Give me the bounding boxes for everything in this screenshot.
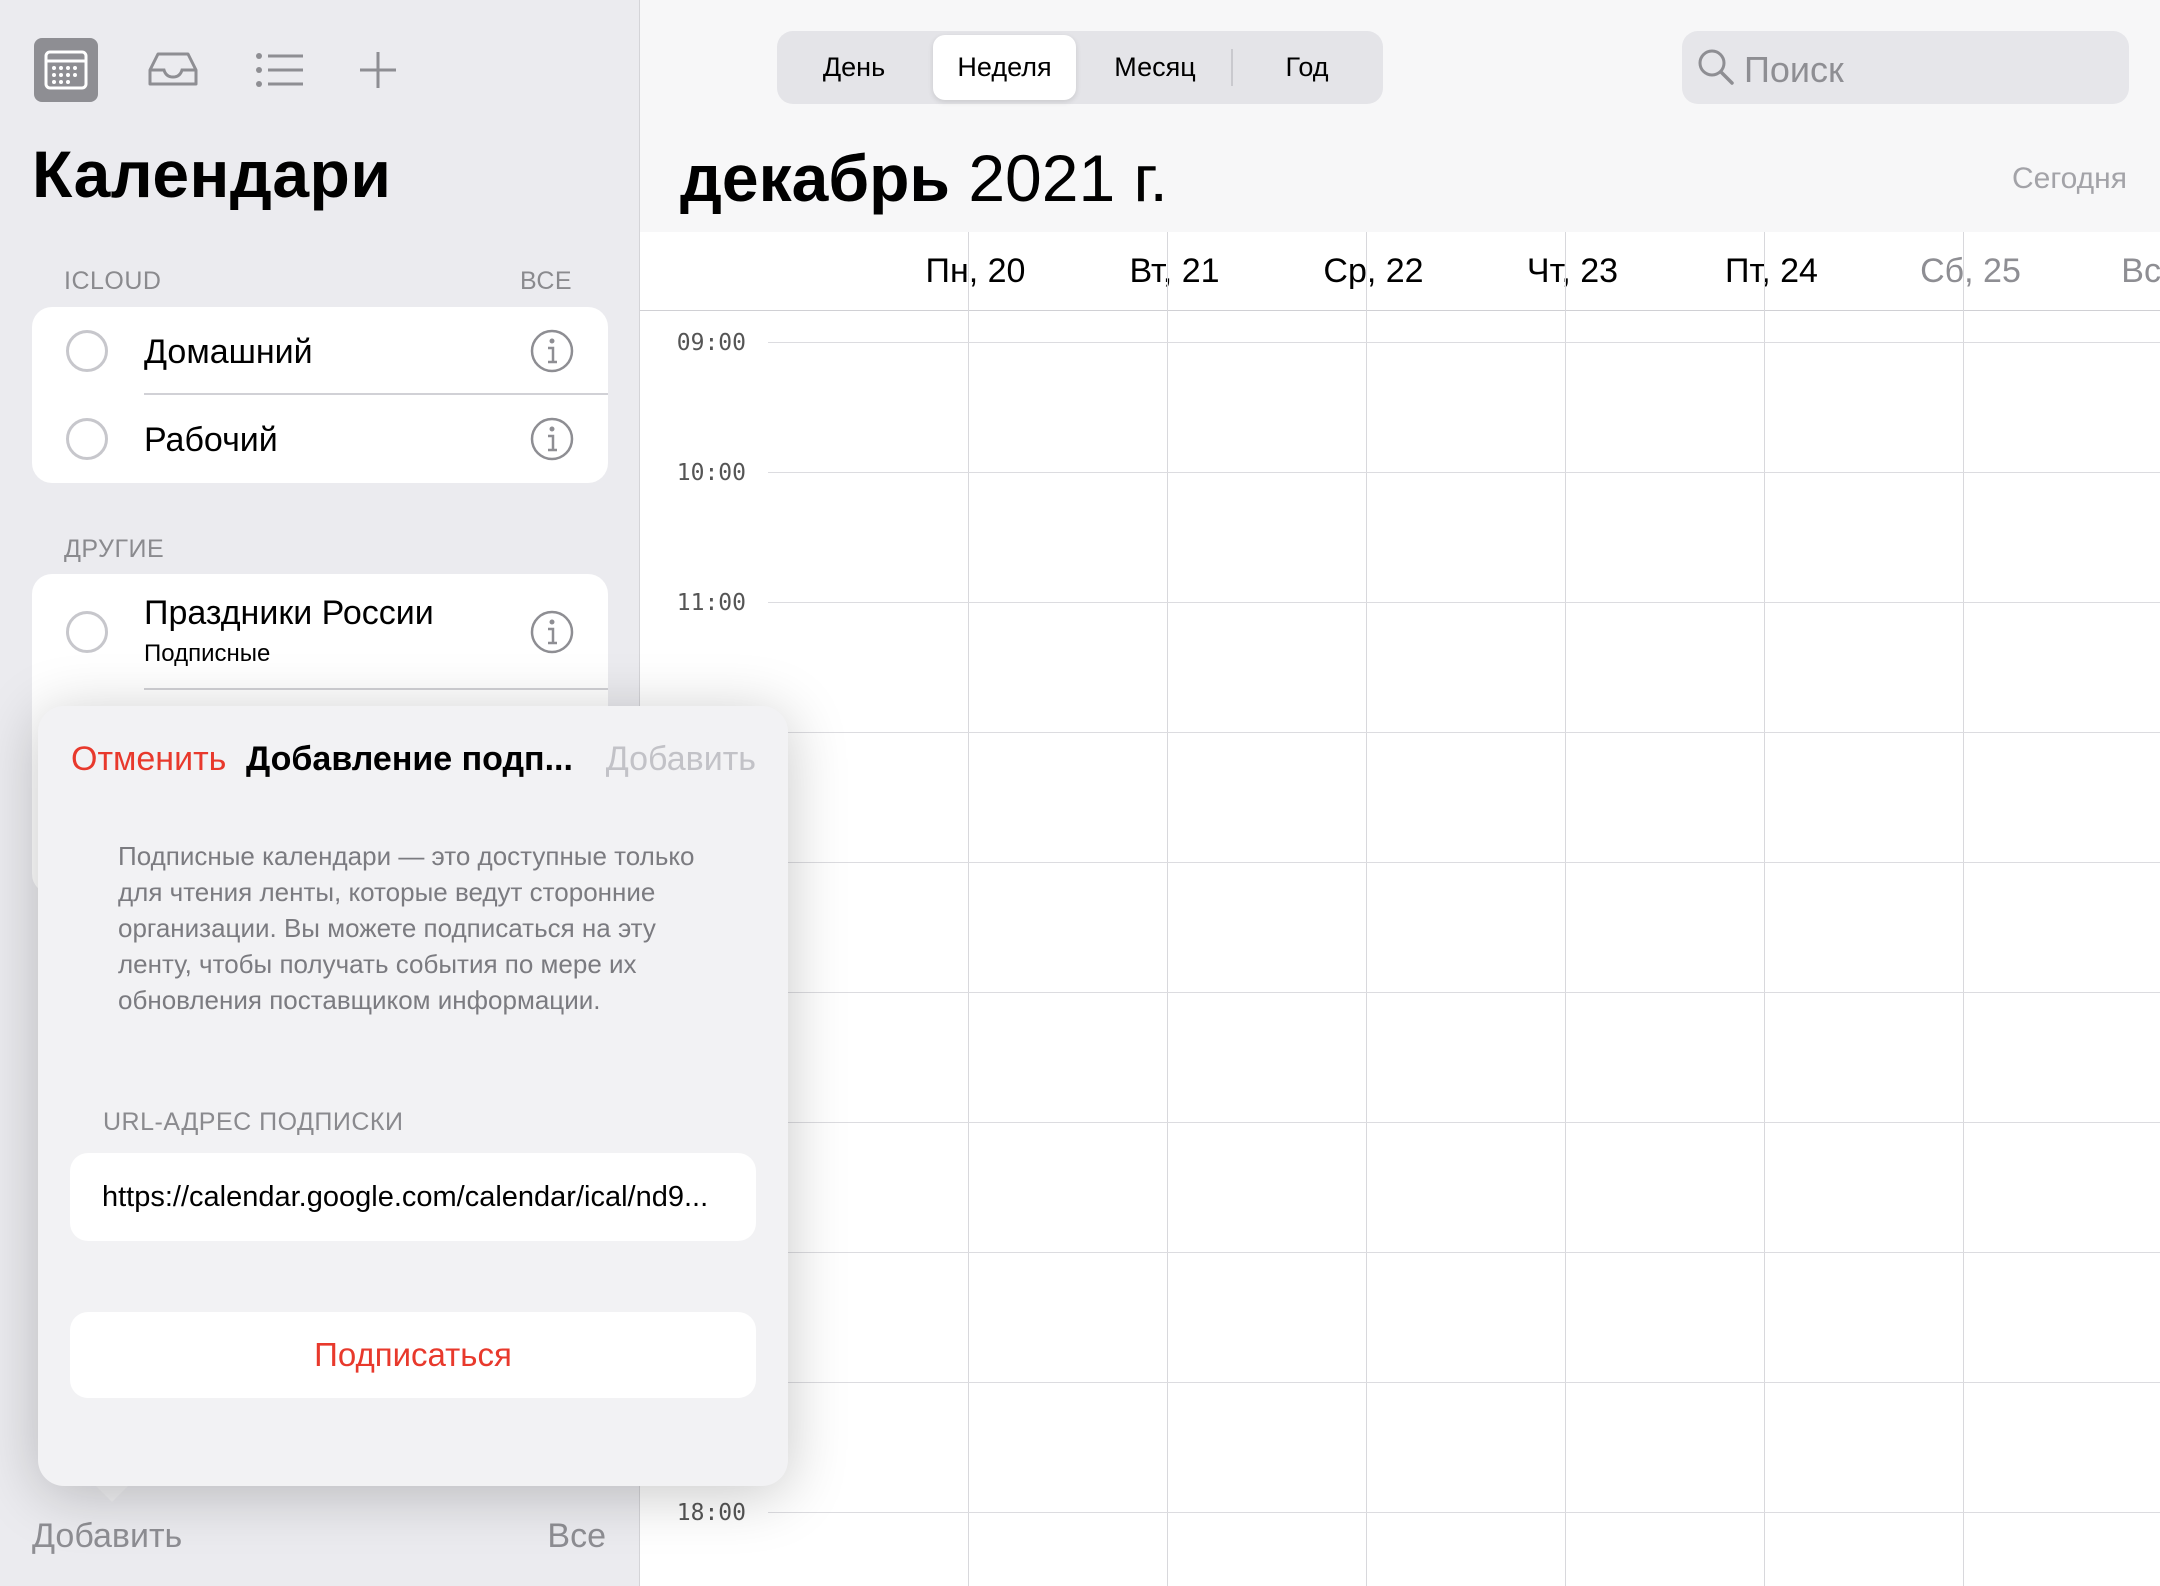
hour-label: 09:00: [676, 330, 746, 356]
subscription-description: Подписные календари — это доступные толь…: [118, 841, 695, 1015]
add-button[interactable]: Добавить: [606, 740, 756, 779]
sidebar-title: Календари: [32, 137, 392, 211]
day-header[interactable]: Вс, 26: [2070, 252, 2160, 291]
header-divider: [640, 310, 2160, 311]
month-year-title: декабрь 2021 г.: [680, 140, 1168, 216]
hour-line: [768, 732, 2160, 733]
hour-line: [768, 602, 2160, 603]
icloud-all-label[interactable]: ВСЕ: [520, 267, 572, 296]
hour-line: [768, 992, 2160, 993]
week-grid[interactable]: Пн, 20 Вт, 21 Ср, 22 Чт, 23 Пт, 24 Сб, 2…: [640, 232, 2160, 1586]
calendar-grid-icon[interactable]: [34, 38, 98, 102]
segment-month[interactable]: Месяц: [1082, 35, 1228, 100]
segment-separator: [1231, 49, 1233, 86]
hour-line: [768, 1382, 2160, 1383]
day-header[interactable]: Ср, 22: [1274, 252, 1473, 291]
calendar-row-holidays[interactable]: Праздники России Подписные: [32, 574, 608, 690]
add-calendar-button[interactable]: Добавить: [32, 1517, 182, 1556]
all-calendars-button[interactable]: Все: [547, 1517, 606, 1556]
calendar-name: Домашний: [144, 333, 313, 371]
hour-line: [768, 862, 2160, 863]
info-icon[interactable]: [530, 329, 574, 373]
hour-line: [768, 342, 2160, 343]
month-name: декабрь: [680, 141, 950, 215]
info-icon[interactable]: [530, 417, 574, 461]
others-section-label: ДРУГИЕ: [64, 535, 165, 563]
segment-day[interactable]: День: [781, 35, 927, 100]
day-header[interactable]: Чт, 23: [1473, 252, 1672, 291]
calendar-name: Рабочий: [144, 421, 278, 459]
popover-title: Добавление подп...: [246, 740, 573, 778]
segment-year[interactable]: Год: [1235, 35, 1379, 100]
icloud-section-label: ICLOUD: [64, 267, 162, 295]
hour-label: 18:00: [676, 1500, 746, 1526]
icloud-calendar-list: Домашний Рабочий: [32, 307, 608, 483]
calendar-name: Праздники России: [144, 594, 434, 632]
subscription-url-input[interactable]: https://calendar.google.com/calendar/ica…: [70, 1153, 756, 1241]
day-header[interactable]: Пн, 20: [876, 252, 1075, 291]
calendar-row-home[interactable]: Домашний: [32, 307, 608, 395]
plus-icon[interactable]: [346, 38, 410, 102]
search-placeholder: Поиск: [1744, 49, 1844, 90]
list-icon[interactable]: [248, 38, 312, 102]
calendar-row-work[interactable]: Рабочий: [32, 395, 608, 483]
checkbox-circle[interactable]: [66, 418, 108, 460]
hour-line: [768, 1252, 2160, 1253]
info-icon[interactable]: [530, 610, 574, 654]
add-subscription-popover: Отменить Добавление подп... Добавить Под…: [38, 706, 788, 1486]
calendar-subtitle: Подписные: [144, 640, 271, 667]
subscribe-button[interactable]: Подписаться: [70, 1312, 756, 1398]
hour-line: [768, 1512, 2160, 1513]
checkbox-circle[interactable]: [66, 611, 108, 653]
url-field-label: URL-АДРЕС ПОДПИСКИ: [103, 1108, 404, 1136]
cancel-button[interactable]: Отменить: [71, 740, 226, 779]
checkbox-circle[interactable]: [66, 330, 108, 372]
hour-label: 11:00: [676, 590, 746, 616]
hour-label: 10:00: [676, 460, 746, 486]
year-label: 2021 г.: [968, 141, 1168, 215]
segment-week[interactable]: Неделя: [933, 35, 1076, 100]
day-header[interactable]: Сб, 25: [1871, 252, 2070, 291]
day-header[interactable]: Пт, 24: [1672, 252, 1871, 291]
today-button[interactable]: Сегодня: [2012, 162, 2127, 196]
search-icon: [1698, 49, 1734, 85]
search-field[interactable]: Поиск: [1682, 31, 2129, 104]
view-mode-segmented-control: День Неделя Месяц Год: [777, 31, 1383, 104]
hour-line: [768, 1122, 2160, 1123]
inbox-tray-icon[interactable]: [141, 38, 205, 102]
day-header[interactable]: Вт, 21: [1075, 252, 1274, 291]
row-divider: [144, 688, 608, 690]
hour-line: [768, 472, 2160, 473]
